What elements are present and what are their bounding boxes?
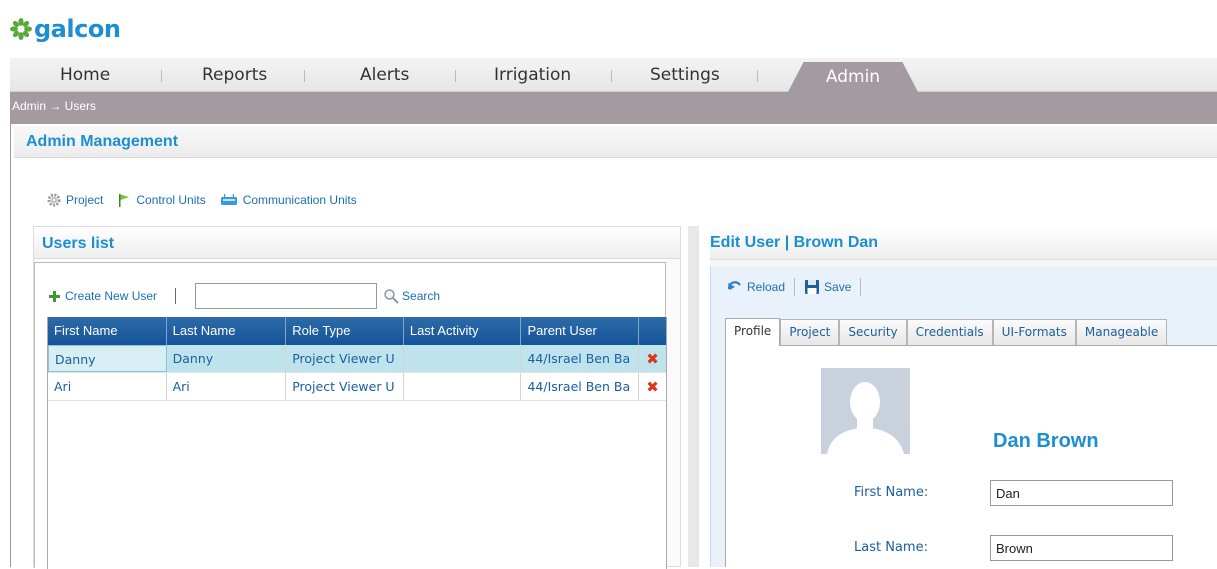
cell-last-name[interactable]: Ari	[167, 373, 287, 400]
cell-last-activity[interactable]	[404, 345, 522, 372]
project-link[interactable]: Project	[47, 193, 103, 207]
cell-first-name[interactable]: Danny	[48, 345, 167, 372]
last-name-field[interactable]	[990, 535, 1173, 561]
nav-admin-active-tab[interactable]: Admin	[788, 62, 918, 92]
table-row[interactable]: Danny Danny Project Viewer U 44/Israel B…	[48, 345, 666, 373]
edit-user-header: Edit User | Brown Dan	[710, 226, 1217, 260]
nav-separator	[161, 70, 162, 82]
create-new-user-button[interactable]: Create New User	[49, 289, 157, 303]
search-label: Search	[402, 289, 441, 303]
delete-user-button[interactable]: ✖	[639, 373, 666, 400]
tab-manageable[interactable]: Manageable	[1075, 319, 1168, 345]
cell-role-type[interactable]: Project Viewer U	[286, 373, 404, 400]
tab-project[interactable]: Project	[780, 319, 840, 345]
galcon-logo[interactable]: galcon	[10, 12, 121, 46]
edit-user-tabs: Profile Project Security Credentials UI-…	[725, 318, 1217, 346]
search-button[interactable]: Search	[383, 288, 440, 304]
reload-button[interactable]: Reload	[727, 280, 785, 294]
search-input[interactable]	[195, 283, 378, 309]
nav-reports[interactable]: Reports	[202, 58, 267, 92]
main-nav: Home Reports Alerts Irrigation Settings …	[10, 58, 1217, 92]
column-header-parent-user[interactable]: Parent User	[521, 317, 640, 345]
page-title: Admin Management	[26, 133, 179, 150]
edit-user-toolbar: Reload Save	[727, 278, 870, 296]
first-name-field[interactable]	[990, 480, 1173, 506]
admin-management-header: Admin Management	[14, 126, 1217, 158]
nav-separator	[757, 70, 758, 82]
control-units-link-label: Control Units	[136, 193, 206, 207]
toolbar-separator	[860, 278, 862, 296]
cell-parent-user[interactable]: 44/Israel Ben Ba	[521, 373, 640, 400]
nav-separator	[455, 70, 456, 82]
first-name-label: First Name:	[854, 485, 929, 500]
toolbar-separator	[175, 288, 177, 304]
search-icon	[384, 289, 399, 304]
users-toolbar: Create New User Search	[49, 283, 440, 309]
save-label: Save	[824, 280, 852, 294]
logo-text: galcon	[34, 15, 121, 43]
user-silhouette-icon	[827, 382, 904, 454]
cell-role-type[interactable]: Project Viewer U	[286, 345, 404, 372]
breadcrumb-bar: Admin → Users	[10, 92, 1217, 124]
column-header-role-type[interactable]: Role Type	[286, 317, 404, 345]
flag-icon	[119, 194, 130, 207]
save-icon	[805, 280, 820, 294]
save-button[interactable]: Save	[804, 279, 851, 295]
tab-credentials[interactable]: Credentials	[906, 319, 993, 345]
reload-icon	[727, 281, 741, 290]
delete-icon: ✖	[646, 378, 659, 396]
nav-home[interactable]: Home	[60, 58, 110, 92]
cell-last-activity[interactable]	[404, 373, 522, 400]
cell-first-name[interactable]: Ari	[48, 373, 167, 400]
column-header-first-name[interactable]: First Name	[48, 317, 167, 345]
users-table: First Name Last Name Role Type Last Acti…	[47, 317, 667, 569]
avatar[interactable]	[821, 368, 910, 454]
breadcrumb: Admin → Users	[12, 99, 97, 113]
column-header-last-activity[interactable]: Last Activity	[404, 317, 522, 345]
plus-icon	[49, 290, 60, 302]
panel-splitter[interactable]	[688, 226, 699, 567]
delete-icon: ✖	[646, 350, 659, 368]
last-name-label: Last Name:	[854, 540, 928, 555]
nav-irrigation[interactable]: Irrigation	[494, 58, 571, 92]
users-list-content: Create New User Search First Name Last N…	[34, 262, 667, 569]
nav-settings[interactable]: Settings	[650, 58, 720, 92]
users-list-panel: Users list Create New User Search First …	[33, 226, 681, 569]
cell-last-name[interactable]: Danny	[167, 345, 287, 372]
create-new-user-label: Create New User	[65, 289, 158, 303]
modem-icon	[220, 194, 237, 205]
tab-security[interactable]: Security	[839, 319, 907, 345]
user-display-name: Dan Brown	[993, 430, 1099, 452]
gear-icon	[47, 193, 61, 207]
delete-user-button[interactable]: ✖	[639, 345, 666, 372]
control-units-link[interactable]: Control Units	[117, 193, 206, 207]
users-list-header: Users list	[34, 227, 680, 259]
frame-border	[10, 124, 11, 567]
profile-tab-content: Dan Brown First Name: Last Name:	[725, 346, 1217, 567]
project-link-label: Project	[66, 193, 104, 207]
communication-units-link-label: Communication Units	[242, 193, 357, 207]
users-list-title: Users list	[42, 235, 115, 252]
edit-user-body: Reload Save Profile Project Security Cre…	[710, 266, 1217, 567]
nav-separator	[611, 70, 612, 82]
edit-user-panel: Edit User | Brown Dan Reload Save Profil…	[710, 226, 1217, 567]
cell-parent-user[interactable]: 44/Israel Ben Ba	[521, 345, 640, 372]
tab-ui-formats[interactable]: UI-Formats	[992, 319, 1076, 345]
column-header-actions	[639, 317, 666, 345]
edit-user-title: Edit User | Brown Dan	[710, 234, 879, 251]
nav-separator	[304, 70, 305, 82]
users-table-header: First Name Last Name Role Type Last Acti…	[48, 317, 666, 345]
table-row[interactable]: Ari Ari Project Viewer U 44/Israel Ben B…	[48, 373, 666, 401]
admin-links: Project Control Units Communication Unit…	[47, 193, 357, 207]
tab-profile[interactable]: Profile	[725, 318, 781, 346]
column-header-last-name[interactable]: Last Name	[167, 317, 287, 345]
nav-alerts[interactable]: Alerts	[360, 58, 409, 92]
communication-units-link[interactable]: Communication Units	[220, 193, 357, 207]
reload-label: Reload	[747, 280, 786, 294]
flower-logo-icon	[10, 18, 32, 40]
toolbar-separator	[794, 278, 796, 296]
